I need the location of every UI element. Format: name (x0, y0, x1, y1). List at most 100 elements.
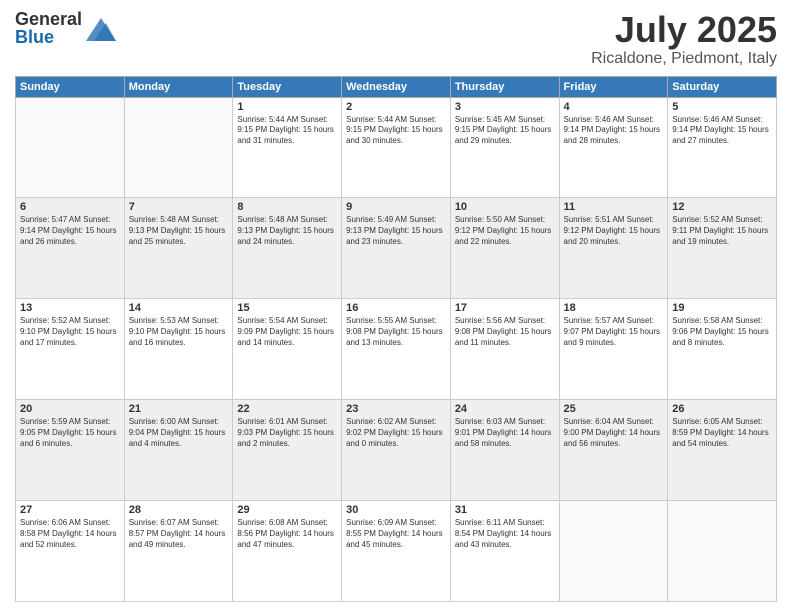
day-number: 6 (20, 201, 120, 213)
day-info: Sunrise: 5:44 AM Sunset: 9:15 PM Dayligh… (237, 115, 337, 147)
table-row: 30Sunrise: 6:09 AM Sunset: 8:55 PM Dayli… (342, 501, 451, 602)
calendar-header-row: Sunday Monday Tuesday Wednesday Thursday… (16, 76, 777, 97)
page: General Blue July 2025 Ricaldone, Piedmo… (0, 0, 792, 612)
day-info: Sunrise: 6:03 AM Sunset: 9:01 PM Dayligh… (455, 417, 555, 449)
day-number: 13 (20, 302, 120, 314)
table-row: 31 Sunrise: 6:11 AM Sunset: 8:54 PM Dayli… (450, 501, 559, 602)
day-number: 25 (564, 403, 664, 415)
table-row: 1 Sunrise: 5:44 AM Sunset: 9:15 PM Daylig… (233, 97, 342, 198)
table-row: 25 Sunrise: 6:04 AM Sunset: 9:00 PM Dayli… (559, 400, 668, 501)
day-number: 8 (237, 201, 337, 213)
day-info: Sunrise: 5:53 AM Sunset: 9:10 PM Dayligh… (129, 316, 229, 348)
logo-general-text: General (15, 10, 82, 28)
table-row (668, 501, 777, 602)
table-row: 10Sunrise: 5:50 AM Sunset: 9:12 PM Dayli… (450, 198, 559, 299)
table-row: 12Sunrise: 5:52 AM Sunset: 9:11 PM Dayli… (668, 198, 777, 299)
day-number: 12 (672, 201, 772, 213)
calendar-week-row: 1 Sunrise: 5:44 AM Sunset: 9:15 PM Daylig… (16, 97, 777, 198)
day-info: Sunrise: 5:44 AM Sunset: 9:15 PM Dayligh… (346, 115, 446, 147)
calendar-table: Sunday Monday Tuesday Wednesday Thursday… (15, 76, 777, 602)
day-number: 21 (129, 403, 229, 415)
calendar-week-row: 13 Sunrise: 5:52 AM Sunset: 9:10 PM Dayli… (16, 299, 777, 400)
day-number: 26 (672, 403, 772, 415)
day-number: 27 (20, 504, 120, 516)
day-info: Sunrise: 5:47 AM Sunset: 9:14 PM Dayligh… (20, 215, 120, 247)
day-number: 23 (346, 403, 446, 415)
day-number: 9 (346, 201, 446, 213)
day-number: 14 (129, 302, 229, 314)
day-number: 31 (455, 504, 555, 516)
table-row: 3 Sunrise: 5:45 AM Sunset: 9:15 PM Daylig… (450, 97, 559, 198)
day-info: Sunrise: 5:52 AM Sunset: 9:10 PM Dayligh… (20, 316, 120, 348)
table-row: 2 Sunrise: 5:44 AM Sunset: 9:15 PM Daylig… (342, 97, 451, 198)
table-row: 7 Sunrise: 5:48 AM Sunset: 9:13 PM Daylig… (124, 198, 233, 299)
table-row: 16Sunrise: 5:55 AM Sunset: 9:08 PM Dayli… (342, 299, 451, 400)
day-number: 3 (455, 101, 555, 113)
day-info: Sunrise: 5:45 AM Sunset: 9:15 PM Dayligh… (455, 115, 555, 147)
table-row: 26 Sunrise: 6:05 AM Sunset: 8:59 PM Dayli… (668, 400, 777, 501)
table-row (16, 97, 125, 198)
calendar-week-row: 27 Sunrise: 6:06 AM Sunset: 8:58 PM Dayli… (16, 501, 777, 602)
day-info: Sunrise: 5:55 AM Sunset: 9:08 PM Dayligh… (346, 316, 446, 348)
table-row: 9Sunrise: 5:49 AM Sunset: 9:13 PM Daylig… (342, 198, 451, 299)
day-info: Sunrise: 6:07 AM Sunset: 8:57 PM Dayligh… (129, 518, 229, 550)
header: General Blue July 2025 Ricaldone, Piedmo… (15, 10, 777, 68)
day-info: Sunrise: 5:56 AM Sunset: 9:08 PM Dayligh… (455, 316, 555, 348)
table-row: 24 Sunrise: 6:03 AM Sunset: 9:01 PM Dayli… (450, 400, 559, 501)
day-number: 17 (455, 302, 555, 314)
table-row: 4 Sunrise: 5:46 AM Sunset: 9:14 PM Daylig… (559, 97, 668, 198)
day-info: Sunrise: 5:48 AM Sunset: 9:13 PM Dayligh… (237, 215, 337, 247)
day-info: Sunrise: 5:46 AM Sunset: 9:14 PM Dayligh… (564, 115, 664, 147)
day-number: 7 (129, 201, 229, 213)
day-info: Sunrise: 5:50 AM Sunset: 9:12 PM Dayligh… (455, 215, 555, 247)
day-info: Sunrise: 5:54 AM Sunset: 9:09 PM Dayligh… (237, 316, 337, 348)
col-monday: Monday (124, 76, 233, 97)
title-block: July 2025 Ricaldone, Piedmont, Italy (591, 10, 777, 68)
day-info: Sunrise: 5:51 AM Sunset: 9:12 PM Dayligh… (564, 215, 664, 247)
col-friday: Friday (559, 76, 668, 97)
day-info: Sunrise: 6:00 AM Sunset: 9:04 PM Dayligh… (129, 417, 229, 449)
calendar-week-row: 20 Sunrise: 5:59 AM Sunset: 9:05 PM Dayli… (16, 400, 777, 501)
table-row: 14 Sunrise: 5:53 AM Sunset: 9:10 PM Dayli… (124, 299, 233, 400)
table-row: 27 Sunrise: 6:06 AM Sunset: 8:58 PM Dayli… (16, 501, 125, 602)
day-info: Sunrise: 6:04 AM Sunset: 9:00 PM Dayligh… (564, 417, 664, 449)
table-row: 13 Sunrise: 5:52 AM Sunset: 9:10 PM Dayli… (16, 299, 125, 400)
day-info: Sunrise: 5:46 AM Sunset: 9:14 PM Dayligh… (672, 115, 772, 147)
day-number: 5 (672, 101, 772, 113)
day-number: 28 (129, 504, 229, 516)
day-info: Sunrise: 5:59 AM Sunset: 9:05 PM Dayligh… (20, 417, 120, 449)
table-row: 20 Sunrise: 5:59 AM Sunset: 9:05 PM Dayli… (16, 400, 125, 501)
table-row: 5 Sunrise: 5:46 AM Sunset: 9:14 PM Daylig… (668, 97, 777, 198)
day-info: Sunrise: 5:57 AM Sunset: 9:07 PM Dayligh… (564, 316, 664, 348)
table-row (559, 501, 668, 602)
day-number: 24 (455, 403, 555, 415)
day-info: Sunrise: 6:08 AM Sunset: 8:56 PM Dayligh… (237, 518, 337, 550)
logo: General Blue (15, 10, 116, 46)
day-info: Sunrise: 5:48 AM Sunset: 9:13 PM Dayligh… (129, 215, 229, 247)
table-row: 28 Sunrise: 6:07 AM Sunset: 8:57 PM Dayli… (124, 501, 233, 602)
day-number: 2 (346, 101, 446, 113)
location: Ricaldone, Piedmont, Italy (591, 50, 777, 68)
col-thursday: Thursday (450, 76, 559, 97)
day-info: Sunrise: 6:11 AM Sunset: 8:54 PM Dayligh… (455, 518, 555, 550)
day-info: Sunrise: 6:01 AM Sunset: 9:03 PM Dayligh… (237, 417, 337, 449)
day-info: Sunrise: 6:02 AM Sunset: 9:02 PM Dayligh… (346, 417, 446, 449)
day-info: Sunrise: 6:05 AM Sunset: 8:59 PM Dayligh… (672, 417, 772, 449)
calendar-week-row: 6 Sunrise: 5:47 AM Sunset: 9:14 PM Daylig… (16, 198, 777, 299)
day-number: 29 (237, 504, 337, 516)
table-row: 17 Sunrise: 5:56 AM Sunset: 9:08 PM Dayli… (450, 299, 559, 400)
day-number: 20 (20, 403, 120, 415)
day-number: 19 (672, 302, 772, 314)
day-number: 4 (564, 101, 664, 113)
day-info: Sunrise: 6:09 AM Sunset: 8:55 PM Dayligh… (346, 518, 446, 550)
table-row: 18Sunrise: 5:57 AM Sunset: 9:07 PM Dayli… (559, 299, 668, 400)
day-info: Sunrise: 6:06 AM Sunset: 8:58 PM Dayligh… (20, 518, 120, 550)
table-row: 22Sunrise: 6:01 AM Sunset: 9:03 PM Dayli… (233, 400, 342, 501)
day-number: 1 (237, 101, 337, 113)
table-row: 19Sunrise: 5:58 AM Sunset: 9:06 PM Dayli… (668, 299, 777, 400)
day-number: 15 (237, 302, 337, 314)
table-row: 11Sunrise: 5:51 AM Sunset: 9:12 PM Dayli… (559, 198, 668, 299)
table-row: 23 Sunrise: 6:02 AM Sunset: 9:02 PM Dayli… (342, 400, 451, 501)
table-row: 15 Sunrise: 5:54 AM Sunset: 9:09 PM Dayli… (233, 299, 342, 400)
table-row (124, 97, 233, 198)
